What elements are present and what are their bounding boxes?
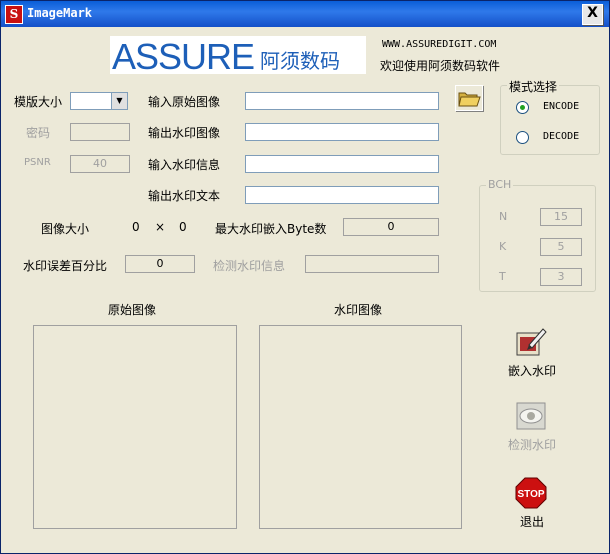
- chevron-down-icon[interactable]: ▼: [111, 93, 127, 109]
- bch-group-title: BCH: [486, 178, 514, 191]
- bch-k-label: K: [499, 240, 507, 253]
- mode-group: 模式选择 ENCODE DECODE: [500, 78, 600, 155]
- exit-button[interactable]: STOP 退出: [504, 475, 560, 531]
- close-button[interactable]: X: [582, 4, 603, 25]
- template-size-label: 模版大小: [14, 95, 63, 109]
- watermark-image-title: 水印图像: [334, 303, 383, 317]
- password-label: 密码: [26, 126, 51, 140]
- psnr-label: PSNR: [24, 157, 51, 168]
- bch-group: BCH N 15 K 5 T 3: [479, 178, 596, 292]
- output-wm-text-label: 输出水印文本: [148, 189, 221, 203]
- error-pct-field: 0: [125, 255, 195, 273]
- bch-k-field: 5: [540, 238, 582, 256]
- bch-t-field: 3: [540, 268, 582, 286]
- image-height-value: 0: [179, 220, 187, 234]
- error-pct-label: 水印误差百分比: [23, 259, 108, 273]
- input-image-field[interactable]: [245, 92, 439, 110]
- original-image-panel: [33, 325, 237, 529]
- times-sign: ×: [155, 220, 166, 234]
- output-wm-text-field[interactable]: [245, 186, 439, 204]
- output-image-label: 输出水印图像: [148, 126, 221, 140]
- exit-label[interactable]: 退出: [520, 513, 544, 530]
- embed-watermark-label[interactable]: 嵌入水印: [508, 362, 556, 379]
- detect-info-field: [305, 255, 439, 273]
- decode-radio[interactable]: [516, 131, 529, 144]
- title-bar[interactable]: S ImageMark X: [1, 1, 609, 27]
- output-image-field[interactable]: [245, 123, 439, 141]
- detect-watermark-label[interactable]: 检测水印: [508, 436, 556, 453]
- input-wm-info-field[interactable]: [245, 155, 439, 173]
- client-area: ASSURE 阿须数码 WWW.ASSUREDIGIT.COM 欢迎使用阿须数码…: [4, 27, 606, 551]
- template-size-select[interactable]: ▼: [70, 92, 128, 110]
- encode-radio[interactable]: [516, 101, 529, 114]
- bch-n-field: 15: [540, 208, 582, 226]
- mode-group-title: 模式选择: [507, 78, 560, 95]
- max-bytes-label: 最大水印嵌入Byte数: [215, 222, 327, 236]
- app-icon: S: [5, 5, 23, 24]
- watermark-image-panel: [259, 325, 462, 529]
- embed-watermark-button[interactable]: 嵌入水印: [504, 325, 560, 381]
- logo: ASSURE 阿须数码: [110, 36, 366, 77]
- detect-watermark-button[interactable]: 检测水印: [504, 399, 560, 455]
- password-field[interactable]: [70, 123, 130, 141]
- bch-n-label: N: [499, 210, 508, 223]
- embed-icon: [515, 327, 547, 357]
- detect-info-label: 检测水印信息: [213, 259, 286, 273]
- app-window: S ImageMark X ASSURE 阿须数码 WWW.ASSUREDIGI…: [0, 0, 610, 554]
- window-title: ImageMark: [27, 6, 93, 20]
- stop-sign-text: STOP: [517, 489, 544, 500]
- image-size-label: 图像大小: [41, 222, 90, 236]
- input-image-label: 输入原始图像: [148, 95, 221, 109]
- original-image-title: 原始图像: [108, 303, 157, 317]
- stop-sign-icon: STOP: [515, 477, 547, 509]
- max-bytes-field: 0: [343, 218, 439, 236]
- eye-icon: [515, 401, 547, 431]
- welcome-text: 欢迎使用阿须数码软件: [380, 59, 501, 73]
- logo-text: ASSURE: [112, 36, 255, 77]
- folder-open-icon[interactable]: [455, 85, 483, 111]
- bch-t-label: T: [499, 270, 506, 283]
- image-width-value: 0: [132, 220, 140, 234]
- encode-label[interactable]: ENCODE: [543, 101, 579, 112]
- website-url: WWW.ASSUREDIGIT.COM: [382, 39, 497, 50]
- psnr-field[interactable]: 40: [70, 155, 130, 173]
- input-wm-info-label: 输入水印信息: [148, 158, 221, 172]
- decode-label[interactable]: DECODE: [543, 131, 579, 142]
- logo-chinese: 阿须数码: [260, 49, 340, 73]
